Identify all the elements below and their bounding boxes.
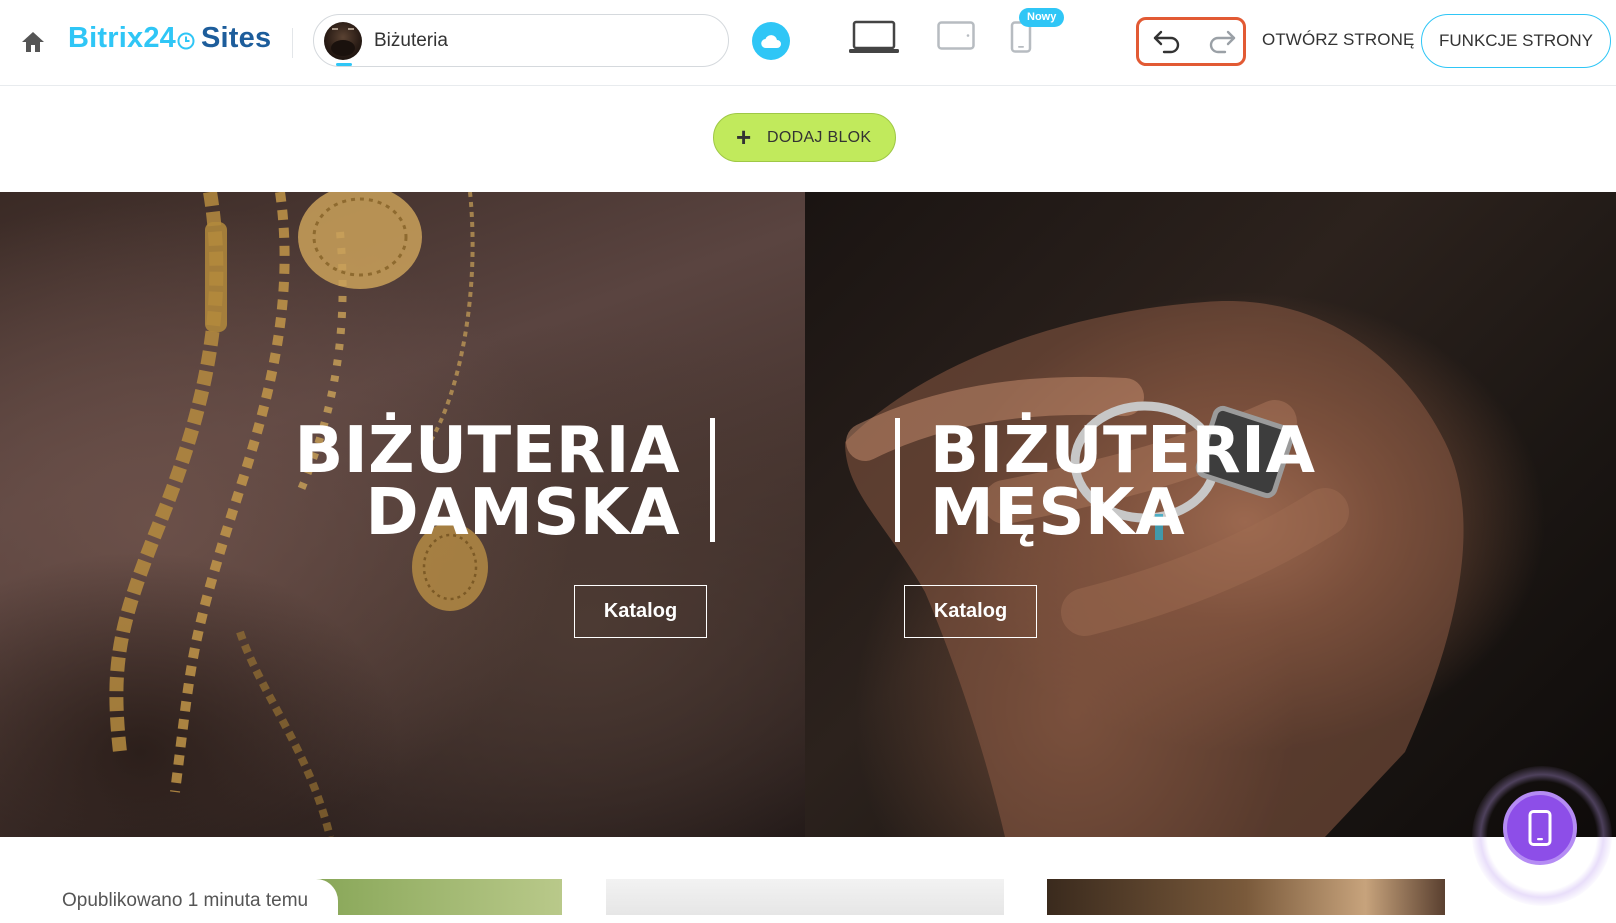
womens-jewelry-panel[interactable]: BIŻUTERIA DAMSKA Katalog (0, 192, 805, 837)
title-line: BIŻUTERIA (930, 414, 1316, 488)
title-accent-bar (895, 418, 900, 542)
mens-jewelry-panel[interactable]: BIŻUTERIA MĘSKA Katalog (805, 192, 1616, 837)
product-card-image[interactable] (606, 879, 1004, 915)
bitrix24-sites-logo[interactable]: Bitrix24 Sites (68, 22, 271, 58)
logo-clock-icon (177, 25, 195, 58)
laptop-icon[interactable] (848, 20, 900, 61)
site-thumbnail (324, 22, 362, 60)
tablet-icon[interactable] (937, 21, 975, 56)
plus-icon: + (736, 122, 752, 152)
home-icon[interactable] (20, 30, 46, 54)
cloud-save-button[interactable] (752, 22, 790, 60)
title-accent-bar (710, 418, 715, 542)
top-toolbar: Bitrix24 Sites Biżuteria Nowy OTWÓRZ STR… (0, 0, 1616, 86)
mobile-preview-button[interactable] (1503, 791, 1577, 865)
add-block-label: DODAJ BLOK (767, 129, 872, 146)
site-name: Biżuteria (374, 30, 448, 51)
page-features-button[interactable]: FUNKCJE STRONY (1421, 14, 1611, 68)
new-badge: Nowy (1019, 8, 1065, 27)
product-card-image[interactable] (1047, 879, 1445, 915)
site-selector[interactable]: Biżuteria (313, 14, 729, 67)
add-block-button[interactable]: + DODAJ BLOK (713, 113, 896, 162)
womens-jewelry-title: BIŻUTERIA DAMSKA (294, 414, 680, 550)
mens-jewelry-title: BIŻUTERIA MĘSKA (930, 414, 1316, 550)
redo-icon[interactable] (1207, 28, 1237, 59)
title-line: MĘSKA (930, 476, 1186, 550)
divider (292, 28, 293, 58)
publish-status: Opublikowano 1 minuta temu (44, 879, 339, 919)
title-line: DAMSKA (365, 476, 680, 550)
open-page-link[interactable]: OTWÓRZ STRONĘ (1262, 30, 1414, 50)
mens-catalog-button[interactable]: Katalog (904, 585, 1037, 638)
undo-icon[interactable] (1152, 28, 1182, 59)
title-line: BIŻUTERIA (294, 414, 680, 488)
hero-section: BIŻUTERIA DAMSKA Katalog BIŻUTERIA MĘSKA… (0, 192, 1616, 837)
womens-catalog-button[interactable]: Katalog (574, 585, 707, 638)
logo-brand: Bitrix24 (68, 22, 176, 54)
logo-product: Sites (201, 22, 272, 54)
site-thumbnail-indicator (336, 63, 352, 66)
